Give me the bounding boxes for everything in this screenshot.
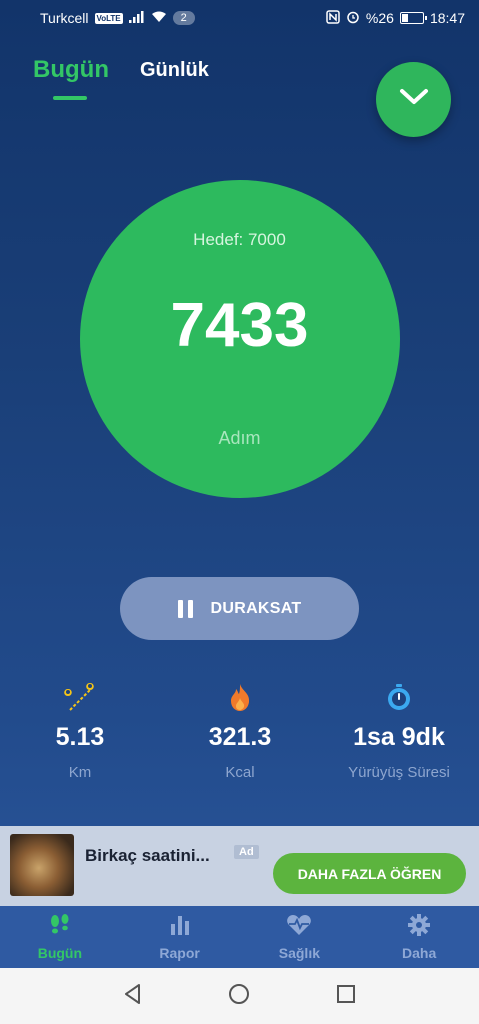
stat-distance: 5.13 Km — [0, 680, 160, 781]
nav-item-health[interactable]: Sağlık — [240, 906, 360, 968]
nav-label: Rapor — [159, 944, 200, 961]
flame-icon — [160, 680, 320, 714]
battery-percent: %26 — [365, 10, 394, 26]
footsteps-icon — [48, 913, 72, 941]
step-count: 7433 — [170, 291, 309, 360]
gear-icon — [408, 913, 431, 941]
nav-label: Daha — [402, 944, 437, 961]
chevron-down-icon — [398, 87, 430, 112]
wifi-icon — [151, 10, 167, 26]
nav-label: Bugün — [37, 944, 83, 961]
volte-icon: VoLTE — [94, 12, 123, 24]
active-tab-indicator — [53, 96, 87, 100]
stopwatch-icon — [319, 680, 479, 714]
nav-label: Sağlık — [278, 944, 320, 961]
bar-chart-icon — [169, 914, 191, 941]
step-goal: Hedef: 7000 — [193, 230, 286, 249]
stat-value: 1sa 9dk — [353, 723, 445, 751]
nav-item-report[interactable]: Rapor — [120, 906, 240, 968]
stat-value: 321.3 — [208, 723, 272, 751]
expand-button[interactable] — [376, 62, 451, 137]
tab-daily[interactable]: Günlük — [140, 59, 209, 82]
status-bar: Turkcell VoLTE 2 %26 18:47 — [0, 0, 479, 36]
stat-calories: 321.3 Kcal — [160, 680, 320, 781]
heart-pulse-icon — [286, 914, 312, 941]
tab-today[interactable]: Bugün — [33, 56, 109, 84]
battery-icon — [399, 12, 427, 24]
nfc-icon — [326, 9, 340, 27]
pause-icon — [177, 599, 193, 618]
notification-count-badge: 2 — [172, 11, 195, 25]
stat-label: Km — [68, 764, 92, 781]
stat-label: Yürüyüş Süresi — [348, 764, 450, 781]
stat-walk-time: 1sa 9dk Yürüyüş Süresi — [319, 680, 479, 781]
clock: 18:47 — [429, 10, 465, 26]
stat-value: 5.13 — [55, 723, 105, 751]
system-navigation-bar — [0, 968, 479, 1024]
carrier-name: Turkcell — [40, 10, 89, 26]
back-icon[interactable] — [121, 982, 145, 1011]
nav-item-today[interactable]: Bugün — [0, 906, 120, 968]
step-unit-label: Adım — [218, 428, 261, 448]
ad-image[interactable] — [10, 834, 74, 896]
recents-icon[interactable] — [334, 982, 358, 1011]
alarm-icon — [346, 10, 360, 27]
ad-learn-more-button[interactable]: DAHA FAZLA ÖĞREN — [273, 853, 466, 894]
home-icon[interactable] — [227, 982, 251, 1011]
bottom-navigation: Bugün Rapor Sağlık Daha — [0, 906, 479, 968]
nav-item-more[interactable]: Daha — [359, 906, 479, 968]
pause-button[interactable]: DURAKSAT — [120, 577, 359, 640]
ad-title[interactable]: Birkaç saatini... — [85, 846, 210, 866]
signal-icon — [128, 10, 145, 26]
ad-banner[interactable]: Birkaç saatini... Ad DAHA FAZLA ÖĞREN — [0, 826, 479, 906]
location-pins-icon — [0, 680, 160, 714]
stat-label: Kcal — [225, 764, 255, 781]
pause-button-label: DURAKSAT — [210, 599, 302, 617]
ad-badge: Ad — [234, 845, 259, 859]
